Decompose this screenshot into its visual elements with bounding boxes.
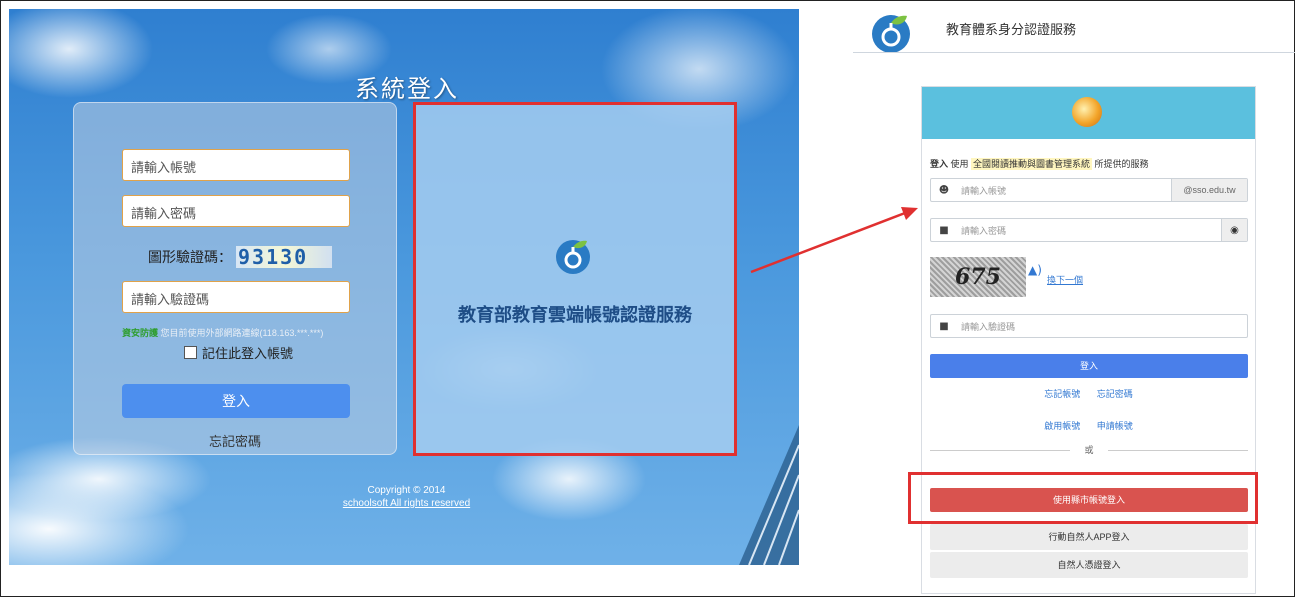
intro-use: 使用 bbox=[948, 159, 972, 169]
remember-checkbox[interactable] bbox=[184, 346, 197, 359]
login-card: 請輸入帳號 請輸入密碼 圖形驗證碼： 93130 請輸入驗證碼 資安防護 您目前… bbox=[73, 102, 397, 455]
lock-icon: ■ bbox=[939, 320, 949, 332]
edu-cloud-logo-icon bbox=[872, 15, 910, 53]
user-icon: ☻ bbox=[938, 184, 950, 196]
intro-tail: 所提供的服務 bbox=[1092, 159, 1149, 169]
app-login-button[interactable]: 行動自然人APP登入 bbox=[930, 524, 1248, 550]
service-intro: 登入 使用 全國閱讀推動與圖書管理系統 所提供的服務 bbox=[930, 157, 1149, 170]
account-suffix: @sso.edu.tw bbox=[1171, 179, 1247, 201]
copyright-line-1: Copyright © 2014 bbox=[367, 485, 446, 496]
edu-cloud-logo-icon bbox=[556, 240, 590, 274]
intro-system-name: 全國閱讀推動與圖書管理系統 bbox=[971, 158, 1093, 170]
cert-login-button[interactable]: 自然人憑證登入 bbox=[930, 552, 1248, 578]
sso-account-field[interactable]: ☻ 請輸入帳號 @sso.edu.tw bbox=[930, 178, 1248, 202]
account-links: 啟用帳號 申請帳號 bbox=[922, 419, 1255, 432]
sso-code-field[interactable]: ■ 請輸入驗證碼 bbox=[930, 314, 1248, 338]
legacy-login-page: 系統登入 請輸入帳號 請輸入密碼 圖形驗證碼： 93130 請輸入驗證碼 資安防… bbox=[9, 9, 799, 565]
edu-cloud-login-box[interactable]: 教育部教育雲端帳號認證服務 bbox=[413, 102, 737, 456]
sso-card-header bbox=[922, 87, 1255, 139]
activate-account-link[interactable]: 啟用帳號 bbox=[1044, 421, 1080, 431]
login-button[interactable]: 登入 bbox=[122, 384, 350, 418]
sso-code-input[interactable]: 請輸入驗證碼 bbox=[957, 320, 1247, 333]
header-divider bbox=[853, 52, 1295, 53]
forgot-links: 忘記帳號 忘記密碼 bbox=[922, 387, 1255, 400]
page-title: 系統登入 bbox=[355, 75, 459, 103]
speaker-icon[interactable]: ▲) bbox=[1028, 263, 1042, 277]
or-divider: 或 bbox=[930, 443, 1248, 457]
sso-account-input[interactable]: 請輸入帳號 bbox=[957, 184, 1171, 197]
forgot-account-link[interactable]: 忘記帳號 bbox=[1044, 389, 1080, 399]
sso-captcha-image[interactable]: 675 bbox=[930, 257, 1026, 297]
captcha-label: 圖形驗證碼： bbox=[148, 249, 232, 265]
copyright: Copyright © 2014 schoolsoft All rights r… bbox=[339, 484, 474, 510]
captcha-image[interactable]: 93130 bbox=[236, 245, 332, 269]
captcha-input[interactable]: 請輸入驗證碼 bbox=[122, 281, 350, 313]
apply-account-link[interactable]: 申請帳號 bbox=[1097, 421, 1133, 431]
security-tag: 資安防護 bbox=[122, 328, 159, 338]
intro-login: 登入 bbox=[930, 159, 949, 169]
county-login-highlight bbox=[908, 472, 1258, 524]
sso-password-field[interactable]: ■ 請輸入密碼 ◉ bbox=[930, 218, 1248, 242]
captcha-row: 圖形驗證碼： 93130 bbox=[148, 245, 332, 269]
lock-icon: ■ bbox=[939, 224, 949, 236]
sso-login-button[interactable]: 登入 bbox=[930, 354, 1248, 378]
edu-cloud-title: 教育部教育雲端帳號認證服務 bbox=[458, 305, 692, 326]
sso-header-title: 教育體系身分認證服務 bbox=[946, 22, 1077, 37]
password-input[interactable]: 請輸入密碼 bbox=[122, 195, 350, 227]
or-label: 或 bbox=[1084, 445, 1094, 455]
forgot-password-link[interactable]: 忘記密碼 bbox=[1097, 389, 1133, 399]
eye-icon[interactable]: ◉ bbox=[1221, 219, 1247, 241]
copyright-line-2[interactable]: schoolsoft All rights reserved bbox=[339, 497, 474, 510]
remember-label: 記住此登入帳號 bbox=[202, 346, 294, 361]
globe-icon bbox=[1072, 97, 1102, 127]
remember-account[interactable]: 記住此登入帳號 bbox=[184, 343, 293, 362]
security-notice: 資安防護 您目前使用外部網路連線(118.163.***.***) bbox=[122, 326, 323, 339]
forgot-password-link[interactable]: 忘記密碼 bbox=[74, 431, 396, 450]
sso-password-input[interactable]: 請輸入密碼 bbox=[957, 224, 1221, 237]
account-input[interactable]: 請輸入帳號 bbox=[122, 149, 350, 181]
next-captcha-link[interactable]: 換下一個 bbox=[1047, 273, 1083, 286]
security-text: 您目前使用外部網路連線(118.163.***.***) bbox=[158, 328, 324, 338]
